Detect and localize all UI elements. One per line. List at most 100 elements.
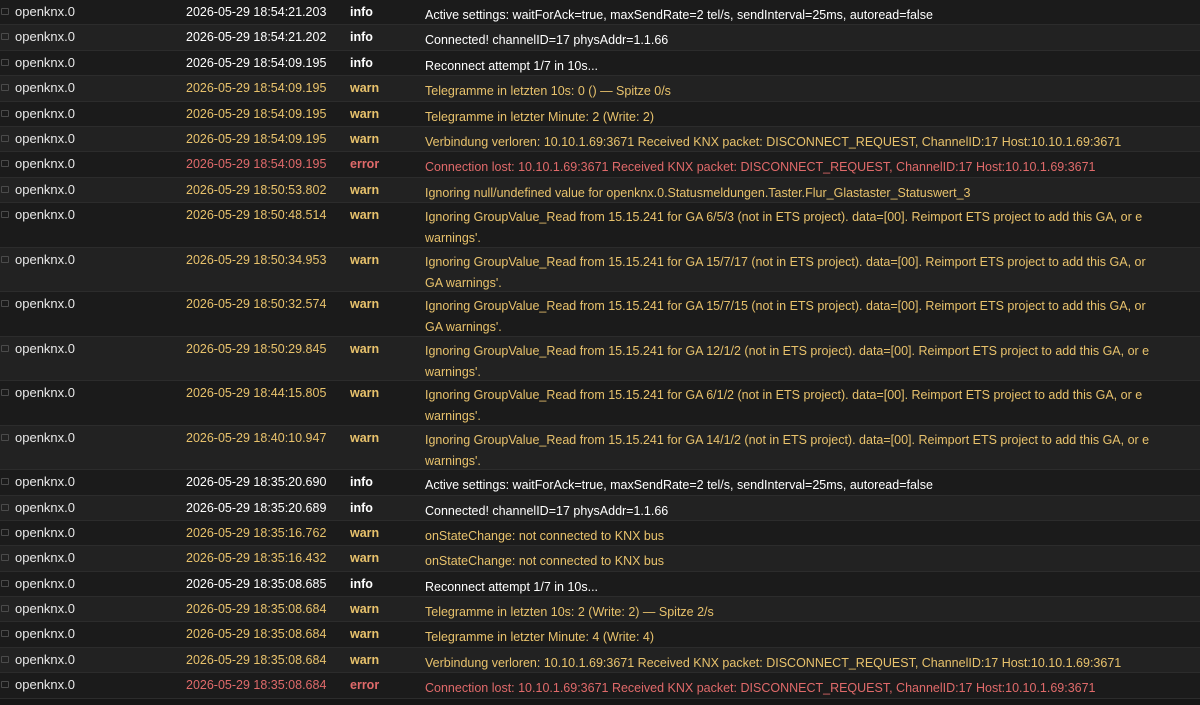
log-row[interactable]: openknx.0 2026-05-29 18:54:21.203 info Acti…	[0, 0, 1200, 26]
log-row[interactable]: openknx.0 2026-05-29 18:44:15.805 warn Igno…	[0, 381, 1200, 426]
log-row[interactable]: openknx.0 2026-05-29 18:40:10.947 warn Igno…	[0, 425, 1200, 472]
source-icon	[0, 82, 9, 92]
log-level: warn	[350, 386, 380, 401]
log-source: openknx.0	[15, 651, 75, 667]
source-icon	[0, 133, 9, 142]
log-message-line: Verbindung verloren: 10.10.1.69:3671 Rec…	[425, 134, 1122, 149]
log-level: warn	[350, 341, 380, 356]
log-source: openknx.0	[15, 474, 75, 490]
log-message-line: warnings'.	[425, 231, 481, 246]
log-timestamp: 2026-05-29 18:50:29.845	[186, 341, 327, 356]
log-message-line: Ignoring GroupValue_Read from 15.15.241 …	[425, 343, 1150, 358]
log-source: openknx.0	[15, 499, 75, 515]
log-row[interactable]: openknx.0 2026-05-29 18:35:08.685 info Reco…	[0, 571, 1200, 598]
log-source: openknx.0	[15, 29, 75, 45]
log-row[interactable]: openknx.0 2026-05-29 18:35:20.689 info Conn…	[0, 495, 1200, 521]
log-source: openknx.0	[15, 677, 75, 693]
log-level: warn	[350, 81, 380, 96]
log-message-line: Ignoring GroupValue_Read from 15.15.241 …	[425, 254, 1146, 269]
source-icon	[0, 679, 9, 689]
source-icon	[0, 158, 9, 168]
log-level: error	[350, 157, 380, 172]
log-message-line: Ignoring GroupValue_Read from 15.15.241 …	[425, 432, 1150, 447]
log-message-line: GA warnings'.	[425, 275, 502, 290]
log-message-line: Ignoring GroupValue_Read from 15.15.241 …	[425, 388, 1143, 403]
log-timestamp: 2026-05-29 18:50:48.514	[186, 208, 327, 223]
log-row[interactable]: openknx.0 2026-05-29 18:35:08.684 error Con…	[0, 673, 1200, 699]
log-timestamp: 2026-05-29 18:54:09.195	[186, 55, 327, 70]
log-timestamp: 2026-05-29 18:54:09.195	[186, 131, 327, 146]
log-row[interactable]: openknx.0 2026-05-29 18:54:09.195 info Reco…	[0, 50, 1200, 77]
log-message-line: Ignoring GroupValue_Read from 15.15.241 …	[425, 299, 1146, 314]
log-source: openknx.0	[15, 130, 75, 146]
log-message-line: Telegramme in letzter Minute: 4 (Write: …	[425, 630, 655, 645]
log-level: warn	[350, 106, 380, 121]
log-row[interactable]: openknx.0 2026-05-29 18:50:29.845 warn Igno…	[0, 336, 1200, 383]
log-timestamp: 2026-05-29 18:35:08.684	[186, 627, 327, 642]
source-icon	[0, 432, 9, 441]
log-message-line: Reconnect attempt 1/7 in 10s...	[425, 579, 599, 594]
log-message-line: Verbindung verloren: 10.10.1.69:3671 Rec…	[425, 655, 1122, 670]
log-message: Telegramme in letzten 10s: 0 () — Spitze…	[425, 81, 1200, 102]
log-row[interactable]: openknx.0 2026-05-29 18:50:53.802 warn Igno…	[0, 177, 1200, 204]
log-message: Telegramme in letzter Minute: 2 (Write: …	[425, 107, 1200, 128]
log-message-line: Ignoring GroupValue_Read from 15.15.241 …	[425, 210, 1143, 225]
log-row[interactable]: openknx.0 2026-05-29 18:35:16.762 warn onSt…	[0, 520, 1200, 547]
log-row[interactable]: openknx.0 2026-05-29 18:35:08.684 warn Verb…	[0, 647, 1200, 674]
log-message-line: GA warnings'.	[425, 320, 502, 335]
log-row[interactable]: openknx.0 2026-05-29 18:54:09.195 warn Verb…	[0, 126, 1200, 153]
log-source: openknx.0	[15, 340, 75, 356]
log-message: Active settings: waitForAck=true, maxSen…	[425, 5, 1200, 26]
log-row[interactable]: openknx.0 2026-05-29 18:54:21.202 info Conn…	[0, 25, 1200, 51]
log-message-line: Connection lost: 10.10.1.69:3671 Receive…	[425, 160, 1096, 175]
source-icon	[0, 502, 9, 511]
source-icon	[0, 527, 9, 536]
log-timestamp: 2026-05-29 18:54:09.195	[186, 81, 327, 96]
log-row[interactable]: openknx.0 2026-05-29 18:54:09.195 error Con…	[0, 152, 1200, 178]
log-message: Ignoring GroupValue_Read from 15.15.241 …	[425, 430, 1200, 472]
log-timestamp: 2026-05-29 18:54:09.195	[186, 157, 327, 172]
log-message: Telegramme in letzten 10s: 2 (Write: 2) …	[425, 602, 1200, 623]
log-message-line: Telegramme in letzten 10s: 0 () — Spitze…	[425, 84, 671, 99]
source-icon	[0, 476, 9, 486]
log-level: warn	[350, 182, 380, 197]
log-level: warn	[350, 525, 380, 540]
log-message: Verbindung verloren: 10.10.1.69:3671 Rec…	[425, 132, 1200, 153]
log-message-line: warnings'.	[425, 364, 481, 379]
log-level: info	[350, 5, 373, 19]
log-timestamp: 2026-05-29 18:44:15.805	[186, 386, 327, 401]
log-timestamp: 2026-05-29 18:54:09.195	[186, 106, 327, 121]
log-row[interactable]: openknx.0 2026-05-29 18:54:09.195 warn Tele…	[0, 76, 1200, 102]
log-message-line: Connected! channelID=17 physAddr=1.1.66	[425, 33, 669, 48]
log-source: openknx.0	[15, 385, 75, 401]
log-row[interactable]: openknx.0 2026-05-29 18:50:34.953 warn Igno…	[0, 247, 1200, 294]
log-level: error	[350, 678, 380, 693]
log-row[interactable]: openknx.0 2026-05-29 18:35:08.684 warn Tele…	[0, 597, 1200, 623]
log-timestamp: 2026-05-29 18:54:21.203	[186, 5, 327, 19]
log-message: Ignoring GroupValue_Read from 15.15.241 …	[425, 252, 1200, 294]
log-message-line: onStateChange: not connected to KNX bus	[425, 554, 665, 569]
log-row[interactable]: openknx.0 2026-05-29 18:50:32.574 warn Igno…	[0, 292, 1200, 337]
log-row[interactable]: openknx.0 2026-05-29 18:35:08.684 warn Tele…	[0, 622, 1200, 648]
source-icon	[0, 31, 9, 41]
log-source: openknx.0	[15, 207, 75, 223]
log-level: warn	[350, 131, 380, 146]
log-level: info	[350, 475, 373, 490]
log-message: Ignoring GroupValue_Read from 15.15.241 …	[425, 341, 1200, 383]
log-timestamp: 2026-05-29 18:50:34.953	[186, 252, 327, 267]
log-level: info	[350, 500, 373, 515]
log-row[interactable]: openknx.0 2026-05-29 18:50:48.514 warn Igno…	[0, 203, 1200, 248]
source-icon	[0, 108, 9, 117]
log-row[interactable]: openknx.0 2026-05-29 18:54:09.195 warn Tele…	[0, 101, 1200, 128]
log-level: warn	[350, 551, 380, 566]
source-icon	[0, 298, 9, 308]
log-timestamp: 2026-05-29 18:35:16.762	[186, 525, 327, 540]
log-row[interactable]: openknx.0 2026-05-29 18:35:16.432 warn onSt…	[0, 546, 1200, 572]
log-source: openknx.0	[15, 251, 75, 267]
log-source: openknx.0	[15, 601, 75, 617]
log-timestamp: 2026-05-29 18:35:16.432	[186, 551, 327, 566]
log-timestamp: 2026-05-29 18:40:10.947	[186, 430, 327, 445]
log-row[interactable]: openknx.0 2026-05-29 18:35:20.690 info Acti…	[0, 470, 1200, 496]
log-message: Ignoring null/undefined value for openkn…	[425, 183, 1200, 204]
log-level: warn	[350, 430, 380, 445]
